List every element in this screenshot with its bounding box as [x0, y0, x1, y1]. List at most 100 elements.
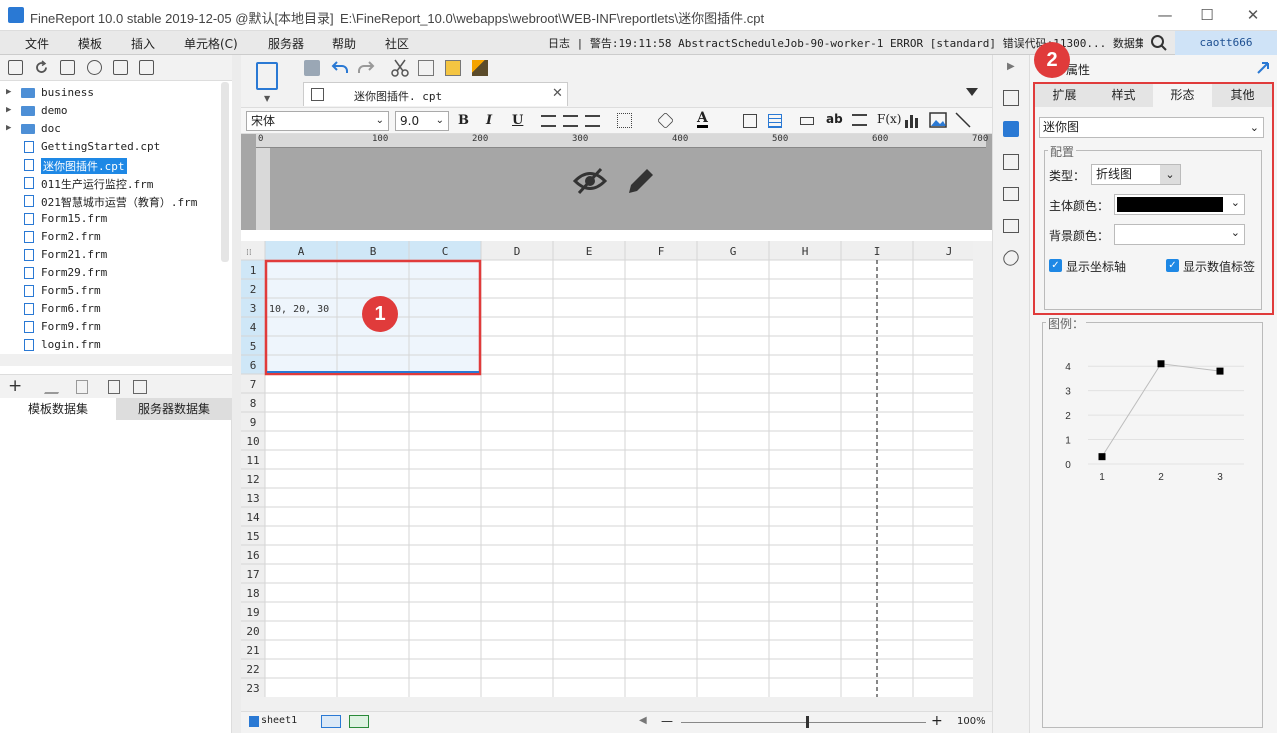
settings-icon[interactable]	[87, 60, 102, 75]
add-sheet-icon[interactable]	[321, 715, 341, 728]
tree-file[interactable]: 迷你图插件.cpt	[0, 156, 220, 174]
cell-element-icon[interactable]	[1003, 90, 1019, 106]
italic-button[interactable]: I	[486, 113, 492, 128]
widget-type-select[interactable]: 迷你图 ⌄	[1039, 117, 1264, 138]
align-left-icon[interactable]	[541, 115, 556, 127]
grid-vertical-scrollbar[interactable]	[973, 241, 992, 697]
zoom-out-icon[interactable]: —	[661, 714, 673, 728]
preview-icon[interactable]	[108, 380, 120, 394]
chart-type-select[interactable]: 折线图 ⌄	[1091, 164, 1181, 185]
delete-dataset-icon[interactable]	[76, 380, 88, 394]
table-icon[interactable]	[768, 114, 782, 128]
align-right-icon[interactable]	[585, 115, 600, 127]
tree-file[interactable]: Form5.frm	[0, 282, 220, 300]
size-select[interactable]: 9.0 ⌄	[395, 111, 449, 131]
user-account[interactable]: caott666	[1175, 31, 1277, 55]
tree-file[interactable]: login.frm	[0, 336, 220, 354]
font-select[interactable]: 宋体 ⌄	[246, 111, 389, 131]
tree-horizontal-scrollbar[interactable]	[0, 354, 232, 366]
tree-file[interactable]: 011生产运行监控.frm	[0, 174, 220, 192]
merge-cell-icon[interactable]	[743, 114, 757, 128]
bold-button[interactable]: B	[458, 113, 469, 128]
menu-server[interactable]: 服务器	[268, 35, 304, 52]
underline-button[interactable]: U	[512, 113, 523, 128]
template-menu-chevron-icon[interactable]: ▼	[264, 94, 270, 103]
tree-file[interactable]: Form21.frm	[0, 246, 220, 264]
tree-folder[interactable]: ▶ business	[0, 84, 220, 102]
tree-file[interactable]: Form9.frm	[0, 318, 220, 336]
copy-icon[interactable]	[139, 60, 154, 75]
edit-icon[interactable]	[43, 380, 67, 394]
undo-icon[interactable]	[331, 59, 349, 75]
tab-style[interactable]: 样式	[1094, 84, 1153, 107]
search-icon[interactable]	[1150, 34, 1168, 52]
chart-icon[interactable]	[904, 112, 920, 128]
delete-icon[interactable]	[113, 60, 128, 75]
minimize-button[interactable]: —	[1150, 4, 1180, 26]
zoom-slider-handle[interactable]	[806, 716, 809, 728]
tree-scrollbar[interactable]	[221, 82, 229, 262]
scroll-left-icon[interactable]: ◀	[639, 715, 647, 726]
tab-server-dataset[interactable]: 服务器数据集	[116, 398, 232, 420]
tree-folder[interactable]: ▶ doc	[0, 120, 220, 138]
refresh-icon[interactable]	[34, 60, 49, 75]
zoom-in-icon[interactable]: +	[931, 713, 943, 729]
hyperlink-icon[interactable]	[1000, 247, 1022, 269]
edit-pencil-icon[interactable]	[624, 164, 658, 198]
show-labels-checkbox[interactable]: ✓	[1166, 259, 1179, 272]
menu-file[interactable]: 文件	[25, 35, 49, 52]
main-color-select[interactable]: ⌄	[1114, 194, 1245, 215]
tab-other[interactable]: 其他	[1213, 84, 1272, 107]
add-poly-sheet-icon[interactable]	[349, 715, 369, 728]
parameter-pane[interactable]	[241, 134, 992, 230]
expand-arrow-icon[interactable]: ▶	[6, 105, 11, 115]
tab-expand[interactable]: 扩展	[1035, 84, 1094, 107]
image-icon[interactable]	[929, 112, 947, 128]
border-icon[interactable]	[617, 113, 632, 128]
tree-file[interactable]: 021智慧城市运营（教育）.frm	[0, 192, 220, 210]
close-button[interactable]: ✕	[1238, 4, 1268, 26]
expand-arrow-icon[interactable]: ▶	[6, 87, 11, 97]
show-axis-checkbox[interactable]: ✓	[1049, 259, 1062, 272]
redo-icon[interactable]	[357, 59, 375, 75]
copy-toolbar-icon[interactable]	[418, 60, 434, 76]
menu-template[interactable]: 模板	[78, 35, 102, 52]
align-center-icon[interactable]	[563, 115, 578, 127]
menu-insert[interactable]: 插入	[131, 35, 155, 52]
cut-icon[interactable]	[391, 59, 409, 77]
close-tab-icon[interactable]: ✕	[552, 86, 563, 101]
tab-menu-icon[interactable]	[965, 87, 979, 99]
maximize-button[interactable]: ☐	[1192, 4, 1222, 26]
bg-color-select[interactable]: ⌄	[1114, 224, 1245, 245]
slash-icon[interactable]	[955, 112, 971, 128]
tree-file[interactable]: Form15.frm	[0, 210, 220, 228]
properties-icon[interactable]	[60, 60, 75, 75]
menu-help[interactable]: 帮助	[332, 35, 356, 52]
tree-folder[interactable]: ▶ demo	[0, 102, 220, 120]
tab-mini-chart-cpt[interactable]: 迷你图插件. cpt ✕	[303, 82, 568, 106]
cell-property-icon[interactable]	[1003, 121, 1019, 137]
font-color-icon[interactable]: A	[697, 111, 708, 128]
template-icon[interactable]	[256, 62, 278, 90]
new-folder-icon[interactable]	[8, 60, 23, 75]
tab-template-dataset[interactable]: 模板数据集	[0, 398, 116, 420]
paste-icon[interactable]	[445, 60, 461, 76]
condition-icon[interactable]	[1003, 219, 1019, 233]
zoom-slider[interactable]	[681, 722, 926, 723]
textbox-icon[interactable]	[800, 117, 814, 125]
grid-horizontal-scrollbar[interactable]	[241, 697, 992, 711]
format-painter-icon[interactable]	[472, 60, 488, 76]
expand-arrow-icon[interactable]: ▶	[6, 123, 11, 133]
menu-cell[interactable]: 单元格(C)	[184, 35, 238, 52]
collapse-icon[interactable]: ▶	[1007, 61, 1015, 72]
save-icon[interactable]	[304, 60, 320, 76]
tree-file[interactable]: Form6.frm	[0, 300, 220, 318]
float-element-icon[interactable]	[1003, 154, 1019, 170]
panel-splitter[interactable]	[232, 55, 241, 733]
tree-file[interactable]: GettingStarted.cpt	[0, 138, 220, 156]
formula-icon[interactable]: F(x)	[877, 112, 901, 126]
menu-community[interactable]: 社区	[385, 35, 409, 52]
tree-file[interactable]: Form29.frm	[0, 264, 220, 282]
paragraph-icon[interactable]	[852, 114, 867, 126]
sheet-tab[interactable]: sheet1	[261, 715, 297, 726]
